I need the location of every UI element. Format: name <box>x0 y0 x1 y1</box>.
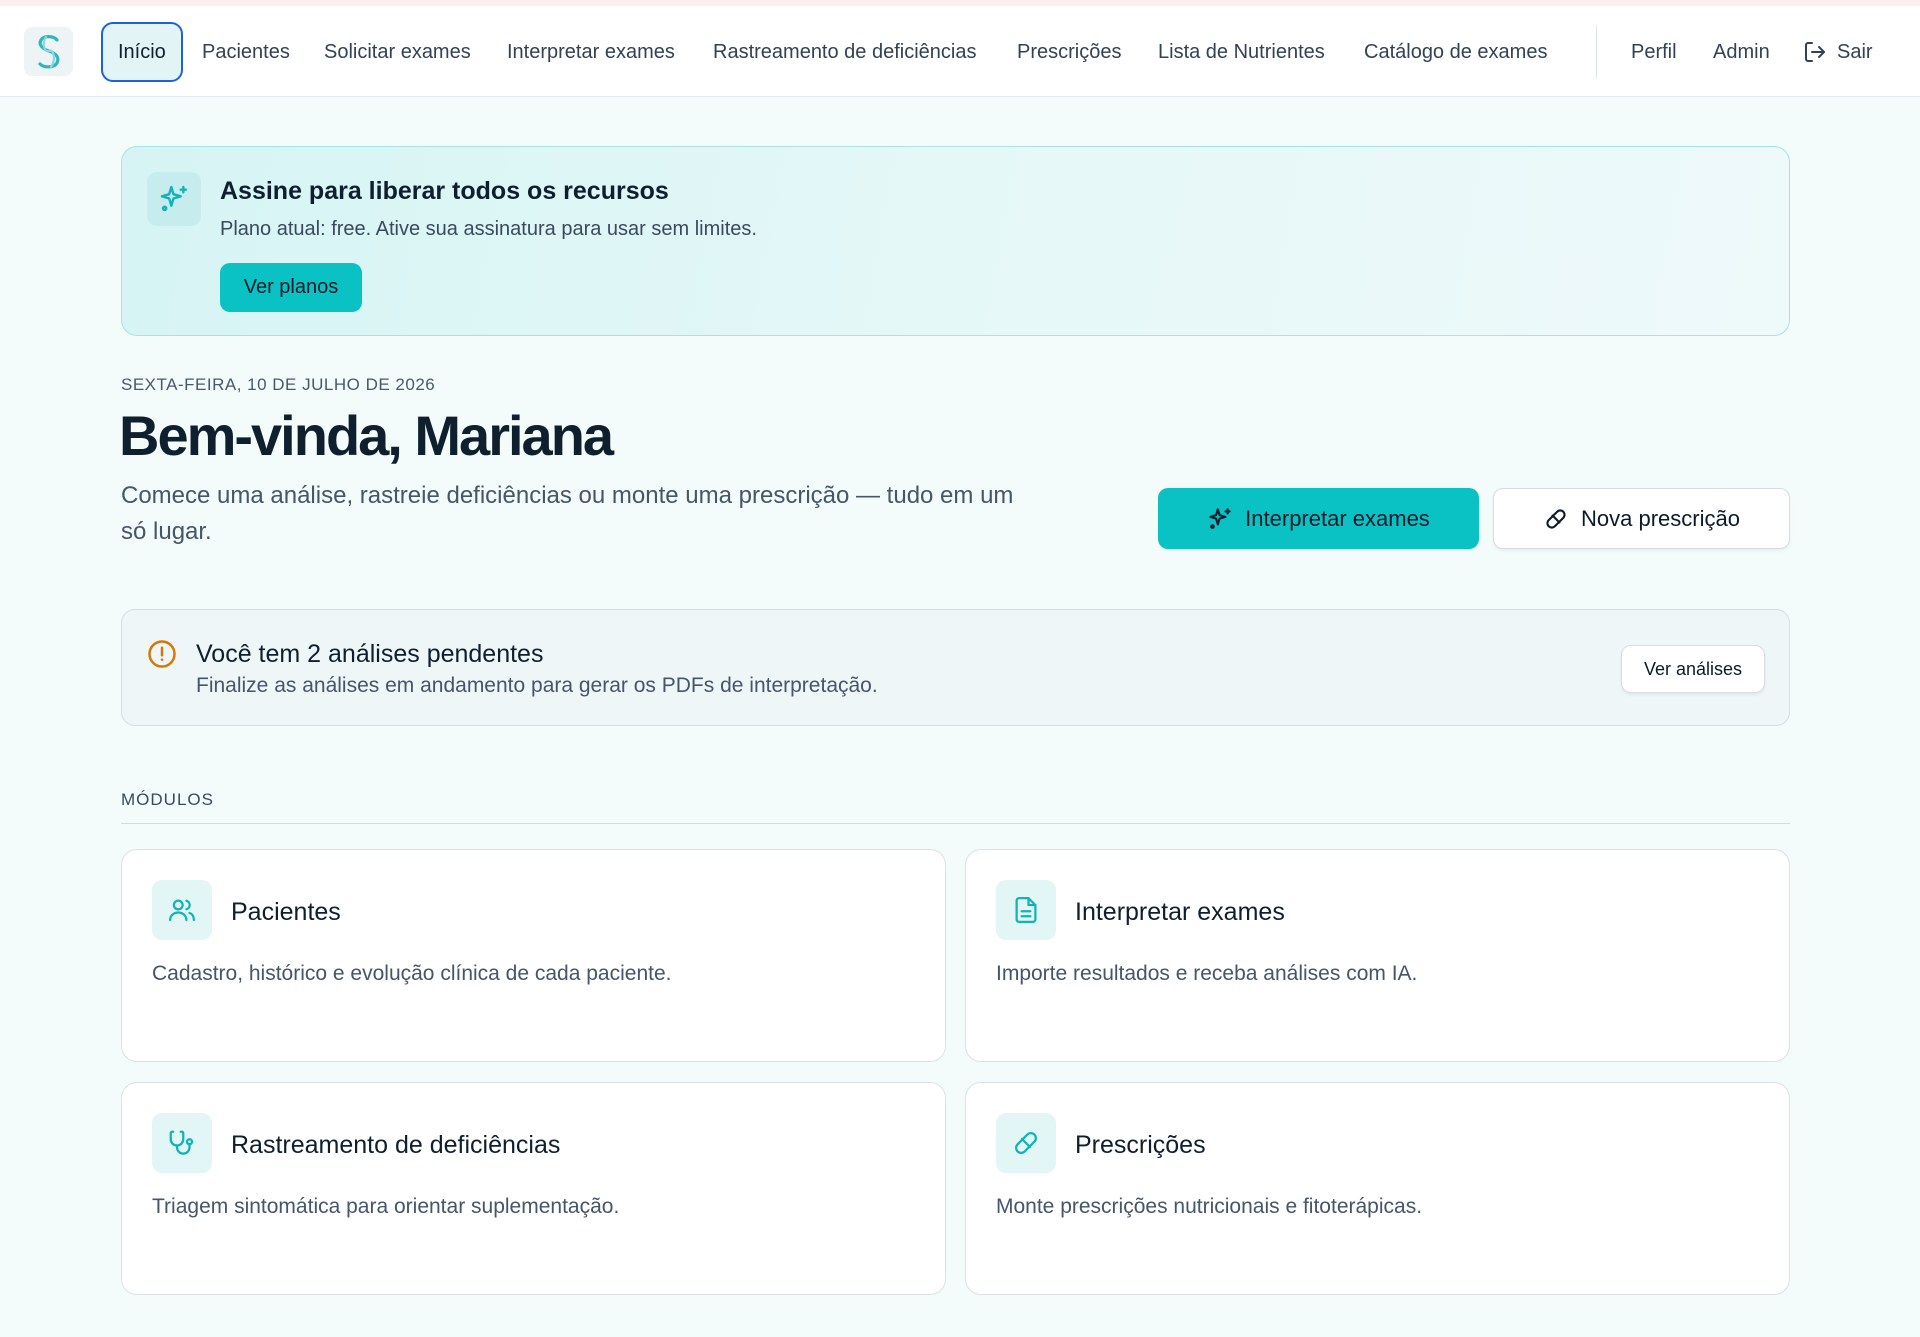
nav-item-prescricoes[interactable]: Prescrições <box>1017 22 1121 82</box>
logout-button[interactable]: Sair <box>1803 22 1873 82</box>
pending-title: Você tem 2 análises pendentes <box>196 640 544 668</box>
banner-icon-box <box>147 172 201 226</box>
users-icon <box>169 899 195 922</box>
nav-item-label: Pacientes <box>202 40 290 63</box>
nav-item-label: Rastreamento de deficiências <box>713 40 977 63</box>
module-card-interpretar-exames[interactable]: Interpretar exames Importe resultados e … <box>965 849 1790 1062</box>
nav-item-perfil[interactable]: Perfil <box>1631 22 1677 82</box>
new-prescription-button[interactable]: Nova prescrição <box>1493 488 1790 549</box>
page-title: Bem-vinda, Mariana <box>119 404 614 467</box>
document-icon <box>1015 897 1037 923</box>
nav-item-label: Prescrições <box>1017 40 1122 63</box>
view-analyses-button[interactable]: Ver análises <box>1621 645 1765 693</box>
logout-icon <box>1805 42 1825 62</box>
pending-analyses-alert: Você tem 2 análises pendentes Finalize a… <box>121 609 1790 726</box>
nav-item-rastreamento[interactable]: Rastreamento de deficiências <box>713 22 976 82</box>
card-icon-box <box>152 880 212 940</box>
view-plans-button[interactable]: Ver planos <box>220 263 362 312</box>
page-lead-text: Comece uma análise, rastreie deficiência… <box>121 482 1014 545</box>
button-label: Nova prescrição <box>1581 505 1740 531</box>
nav-divider <box>1596 25 1597 79</box>
module-card-pacientes[interactable]: Pacientes Cadastro, histórico e evolução… <box>121 849 946 1062</box>
card-description: Monte prescrições nutricionais e fitoter… <box>996 1195 1423 1218</box>
nav-item-pacientes[interactable]: Pacientes <box>202 22 290 82</box>
card-title: Prescrições <box>1075 1131 1206 1159</box>
card-title: Rastreamento de deficiências <box>231 1131 561 1159</box>
nav-item-label: Admin <box>1713 40 1770 63</box>
card-description: Cadastro, histórico e evolução clínica d… <box>152 962 672 985</box>
nav-item-inicio[interactable]: Início <box>101 22 183 82</box>
card-icon-box <box>152 1113 212 1173</box>
nav-item-catalogo-exames[interactable]: Catálogo de exames <box>1364 22 1547 82</box>
card-description: Importe resultados e receba análises com… <box>996 962 1418 985</box>
nav-item-solicitar-exames[interactable]: Solicitar exames <box>324 22 471 82</box>
nav-item-label: Perfil <box>1631 40 1677 63</box>
card-title: Pacientes <box>231 898 341 926</box>
current-date: SEXTA-FEIRA, 10 DE JULHO DE 2026 <box>121 375 436 394</box>
modules-section-label: MÓDULOS <box>121 790 214 809</box>
nav-item-label: Lista de Nutrientes <box>1158 40 1325 63</box>
banner-title: Assine para liberar todos os recursos <box>220 177 669 205</box>
button-label: Interpretar exames <box>1245 505 1430 531</box>
sparkles-icon <box>1209 507 1231 529</box>
card-icon-box <box>996 1113 1056 1173</box>
sparkles-icon <box>160 185 188 212</box>
nav-item-lista-nutrientes[interactable]: Lista de Nutrientes <box>1158 22 1325 82</box>
nav-item-label: Catálogo de exames <box>1364 40 1548 63</box>
module-card-rastreamento[interactable]: Rastreamento de deficiências Triagem sin… <box>121 1082 946 1295</box>
pill-icon <box>1015 1132 1037 1154</box>
alert-circle-icon <box>148 640 176 668</box>
card-icon-box <box>996 880 1056 940</box>
nav-item-label: Início <box>118 40 166 63</box>
nav-item-admin[interactable]: Admin <box>1713 22 1770 82</box>
stethoscope-icon <box>169 1130 194 1155</box>
card-description: Triagem sintomática para orientar suplem… <box>152 1195 620 1218</box>
top-navigation: Início Pacientes Solicitar exames Interp… <box>0 6 1920 97</box>
pill-icon <box>1546 508 1566 529</box>
card-title: Interpretar exames <box>1075 898 1285 926</box>
subscription-banner: Assine para liberar todos os recursos Pl… <box>121 146 1790 336</box>
nav-item-interpretar-exames[interactable]: Interpretar exames <box>507 22 675 82</box>
section-divider <box>121 823 1790 824</box>
nav-item-label: Solicitar exames <box>324 40 471 63</box>
banner-subtitle: Plano atual: free. Ative sua assinatura … <box>220 218 757 240</box>
app-logo[interactable] <box>24 27 73 76</box>
logo-icon <box>37 34 59 68</box>
logout-label: Sair <box>1837 40 1873 63</box>
module-card-prescricoes[interactable]: Prescrições Monte prescrições nutriciona… <box>965 1082 1790 1295</box>
interpret-exams-button[interactable]: Interpretar exames <box>1158 488 1479 549</box>
nav-item-label: Interpretar exames <box>507 40 675 63</box>
pending-subtitle: Finalize as análises em andamento para g… <box>196 674 878 697</box>
